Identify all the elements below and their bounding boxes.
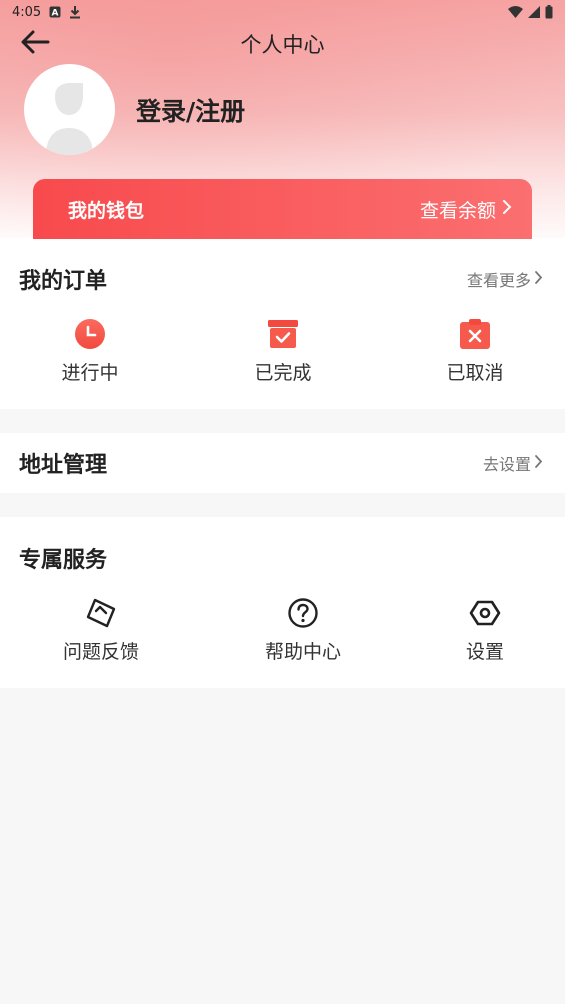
service-help-center[interactable]: 帮助中心 xyxy=(243,595,363,664)
chevron-right-icon xyxy=(534,454,543,473)
orders-section: 我的订单 查看更多 进行中 已完成 已取消 xyxy=(0,238,565,409)
view-balance-link[interactable]: 查看余额 xyxy=(420,196,512,223)
signal-icon xyxy=(528,6,540,18)
battery-icon xyxy=(545,5,553,19)
orders-header: 我的订单 查看更多 xyxy=(0,238,565,320)
wifi-icon xyxy=(508,6,523,18)
service-settings-label: 设置 xyxy=(465,641,504,663)
service-settings[interactable]: 设置 xyxy=(425,595,545,664)
address-section[interactable]: 地址管理 去设置 xyxy=(0,433,565,493)
svg-text:A: A xyxy=(52,9,59,19)
avatar[interactable] xyxy=(24,64,115,155)
order-completed-label: 已完成 xyxy=(254,362,312,384)
chevron-right-icon xyxy=(534,270,543,289)
go-settings-label: 去设置 xyxy=(482,455,531,474)
login-register-link[interactable]: 登录/注册 xyxy=(136,92,245,128)
gear-hex-icon xyxy=(467,595,503,631)
services-section: 专属服务 问题反馈 帮助中心 设置 xyxy=(0,517,565,688)
address-title: 地址管理 xyxy=(19,453,108,478)
clipboard-cancel-icon xyxy=(457,316,493,352)
service-help-center-label: 帮助中心 xyxy=(264,641,341,663)
address-header: 地址管理 去设置 xyxy=(0,433,565,493)
service-feedback-label: 问题反馈 xyxy=(62,641,139,663)
user-silhouette-icon xyxy=(46,83,93,155)
order-cancelled[interactable]: 已取消 xyxy=(415,316,535,385)
notification-a-icon: A xyxy=(49,6,61,18)
order-completed[interactable]: 已完成 xyxy=(223,316,343,385)
services-header: 专属服务 xyxy=(0,517,565,599)
box-check-icon xyxy=(265,316,301,352)
view-more-label: 查看更多 xyxy=(466,271,531,290)
wallet-title: 我的钱包 xyxy=(68,199,145,222)
help-circle-icon xyxy=(285,595,321,631)
download-icon xyxy=(69,5,81,19)
back-button[interactable] xyxy=(18,28,52,60)
view-more-link[interactable]: 查看更多 xyxy=(467,267,543,291)
order-in-progress[interactable]: 进行中 xyxy=(30,316,150,385)
arrow-left-icon xyxy=(20,30,50,58)
go-settings-link[interactable]: 去设置 xyxy=(483,451,543,475)
clock-icon xyxy=(72,316,108,352)
feedback-icon xyxy=(83,595,119,631)
top-app-bar: 个人中心 xyxy=(0,24,565,64)
status-bar: 4:05 A xyxy=(0,0,565,24)
order-cancelled-label: 已取消 xyxy=(446,362,504,384)
wallet-banner[interactable]: 我的钱包 查看余额 xyxy=(33,179,532,239)
status-time: 4:05 xyxy=(12,4,42,20)
chevron-right-icon xyxy=(502,198,512,220)
profile-header: 登录/注册 xyxy=(24,64,245,155)
service-feedback[interactable]: 问题反馈 xyxy=(41,595,161,664)
order-in-progress-label: 进行中 xyxy=(61,362,119,384)
services-title: 专属服务 xyxy=(19,548,108,573)
view-balance-label: 查看余额 xyxy=(419,199,496,222)
page-title: 个人中心 xyxy=(240,33,325,57)
orders-title: 我的订单 xyxy=(19,269,108,294)
